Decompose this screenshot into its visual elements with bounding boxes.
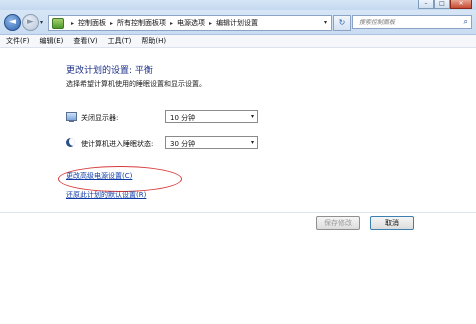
back-button[interactable]: ◄ <box>4 14 21 31</box>
breadcrumb-separator-icon[interactable]: ▸ <box>110 20 113 27</box>
cancel-button[interactable]: 取消 <box>370 216 414 230</box>
display-off-value: 10 分钟 <box>170 114 196 122</box>
sleep-label: 使计算机进入睡眠状态: <box>81 140 154 148</box>
monitor-icon <box>66 112 77 122</box>
page-title: 更改计划的设置: 平衡 <box>66 66 153 76</box>
control-panel-icon <box>52 17 64 29</box>
sleep-value: 30 分钟 <box>170 140 196 148</box>
breadcrumb-separator-icon[interactable]: ▸ <box>71 20 74 27</box>
breadcrumb-separator-icon[interactable]: ▸ <box>170 20 173 27</box>
chevron-down-icon[interactable]: ▾ <box>251 113 254 120</box>
menu-bar: 文件(F) 编辑(E) 查看(V) 工具(T) 帮助(H) <box>0 35 476 48</box>
refresh-button[interactable]: ↻ <box>333 15 351 31</box>
divider <box>0 212 476 213</box>
search-box[interactable]: ⌕ <box>352 15 472 29</box>
menu-tools[interactable]: 工具(T) <box>102 36 136 46</box>
minimize-button[interactable]: – <box>418 0 434 9</box>
close-button[interactable]: ✕ <box>450 0 472 9</box>
maximize-button[interactable]: □ <box>434 0 450 9</box>
search-input[interactable] <box>353 16 457 28</box>
display-off-label: 关闭显示器: <box>81 114 119 122</box>
display-off-row: 关闭显示器: 10 分钟 ▾ <box>66 110 266 124</box>
breadcrumb-control-panel[interactable]: 控制面板 <box>78 18 106 28</box>
breadcrumb-edit-plan[interactable]: 编辑计划设置 <box>216 18 258 28</box>
menu-edit[interactable]: 编辑(E) <box>34 36 68 46</box>
navigation-bar: ◄ ► ▾ ▸ 控制面板 ▸ 所有控制面板项 ▸ 电源选项 ▸ 编辑计划设置 ▾… <box>0 10 476 35</box>
breadcrumb-power-options[interactable]: 电源选项 <box>177 18 205 28</box>
sleep-row: 使计算机进入睡眠状态: 30 分钟 ▾ <box>66 136 266 150</box>
moon-icon <box>66 138 77 148</box>
breadcrumb-all-items[interactable]: 所有控制面板项 <box>117 18 166 28</box>
forward-button[interactable]: ► <box>22 14 39 31</box>
title-bar: – □ ✕ <box>0 0 476 10</box>
address-dropdown-icon[interactable]: ▾ <box>324 19 327 26</box>
page-subtitle: 选择希望计算机使用的睡眠设置和显示设置。 <box>66 80 206 88</box>
save-button[interactable]: 保存修改 <box>316 216 360 230</box>
menu-file[interactable]: 文件(F) <box>0 36 34 46</box>
highlight-ellipse <box>58 166 182 192</box>
content-pane: 更改计划的设置: 平衡 选择希望计算机使用的睡眠设置和显示设置。 关闭显示器: … <box>0 48 476 324</box>
sleep-select[interactable]: 30 分钟 ▾ <box>165 136 258 149</box>
menu-view[interactable]: 查看(V) <box>67 36 101 46</box>
history-dropdown-icon[interactable]: ▾ <box>40 19 43 26</box>
address-bar[interactable]: ▸ 控制面板 ▸ 所有控制面板项 ▸ 电源选项 ▸ 编辑计划设置 ▾ <box>48 15 332 31</box>
search-icon[interactable]: ⌕ <box>464 17 468 27</box>
restore-defaults-link[interactable]: 还原此计划的默认设置(R) <box>66 190 146 200</box>
chevron-down-icon[interactable]: ▾ <box>251 139 254 146</box>
breadcrumb-separator-icon[interactable]: ▸ <box>209 20 212 27</box>
menu-help[interactable]: 帮助(H) <box>135 36 170 46</box>
display-off-select[interactable]: 10 分钟 ▾ <box>165 110 258 123</box>
window-controls: – □ ✕ <box>418 0 472 9</box>
